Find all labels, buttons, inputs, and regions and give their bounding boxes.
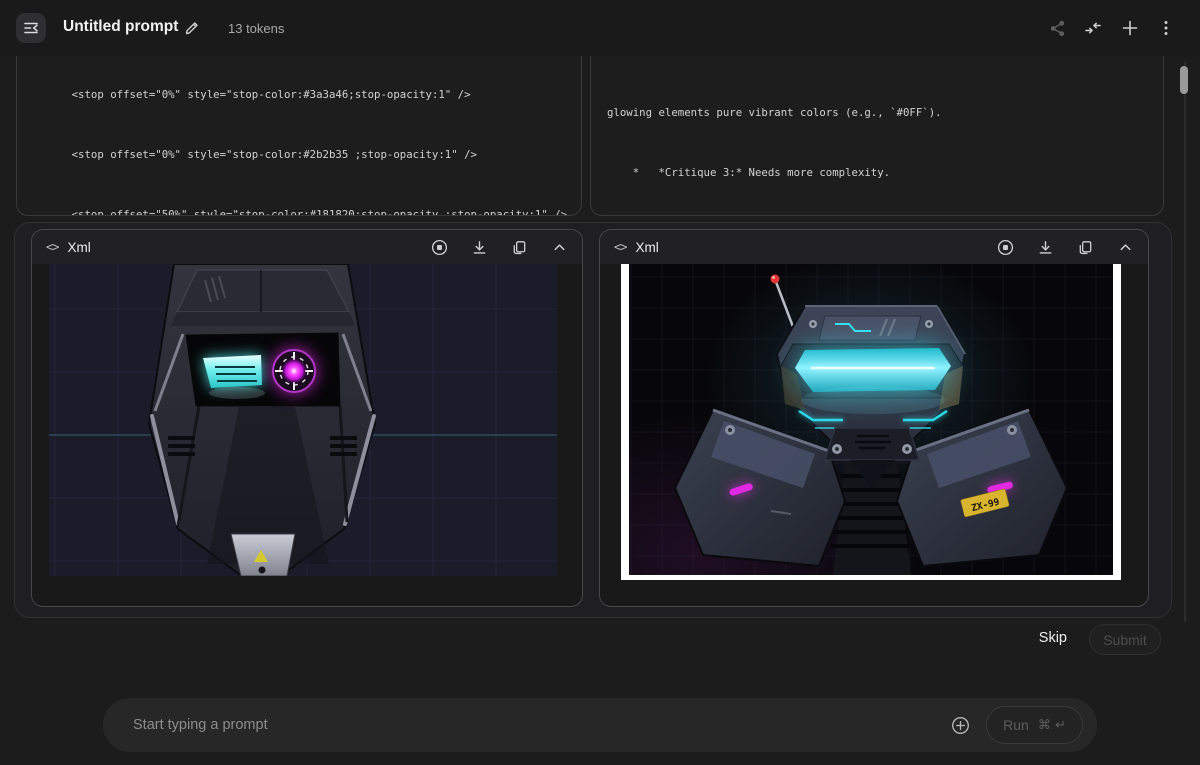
render-card-left: <> Xml	[31, 229, 583, 607]
collapse-sidebar-button[interactable]	[16, 13, 46, 43]
edit-title-icon[interactable]	[184, 20, 200, 41]
run-button[interactable]: Run ⌘ ↵	[986, 706, 1083, 744]
skip-button[interactable]: Skip	[1039, 630, 1067, 646]
prompt-input[interactable]	[133, 698, 913, 752]
card-header: <> Xml	[600, 230, 1148, 264]
robot-render-right: ZX-99	[621, 264, 1121, 580]
scrollbar-thumb[interactable]	[1180, 66, 1188, 94]
top-bar: Untitled prompt 13 tokens	[0, 0, 1200, 56]
run-shortcut-hint: ⌘ ↵	[1038, 718, 1066, 733]
code-icon: <>	[614, 240, 626, 254]
download-icon[interactable]	[470, 238, 488, 256]
prompt-bar: Run ⌘ ↵	[103, 698, 1097, 752]
render-card-right: <> Xml	[599, 229, 1149, 607]
card-language-label: Xml	[67, 240, 90, 255]
token-count: 13 tokens	[228, 21, 284, 36]
critique-text: glowing elements pure vibrant colors (e.…	[591, 41, 1163, 216]
card-header: <> Xml	[32, 230, 582, 264]
download-icon[interactable]	[1036, 238, 1054, 256]
page-title: Untitled prompt	[63, 18, 178, 36]
share-icon[interactable]	[1048, 19, 1066, 37]
submit-button[interactable]: Submit	[1089, 624, 1161, 655]
new-prompt-plus-icon[interactable]	[1121, 19, 1139, 37]
copy-icon[interactable]	[1076, 238, 1094, 256]
run-button-label: Run	[1003, 717, 1029, 733]
code-icon: <>	[46, 240, 58, 254]
stop-render-icon[interactable]	[430, 238, 448, 256]
collapse-card-chevron-icon[interactable]	[550, 238, 568, 256]
collapse-sidebar-icon	[22, 19, 40, 37]
code-panel-right[interactable]: glowing elements pure vibrant colors (e.…	[590, 40, 1164, 216]
stop-render-icon[interactable]	[996, 238, 1014, 256]
collapse-card-chevron-icon[interactable]	[1116, 238, 1134, 256]
code-panel-left[interactable]: <stop offset="0%" style="stop-color:#3a3…	[16, 40, 582, 216]
responses-wrapper: <> Xml	[14, 222, 1172, 618]
robot-render-left	[49, 264, 557, 576]
scrollbar-track	[1184, 62, 1186, 622]
add-attachment-icon[interactable]	[951, 716, 970, 735]
xml-code-text: <stop offset="0%" style="stop-color:#3a3…	[17, 41, 581, 216]
collapse-panels-icon[interactable]	[1084, 19, 1102, 37]
kebab-menu-icon[interactable]	[1157, 19, 1175, 37]
copy-icon[interactable]	[510, 238, 528, 256]
card-language-label: Xml	[635, 240, 658, 255]
